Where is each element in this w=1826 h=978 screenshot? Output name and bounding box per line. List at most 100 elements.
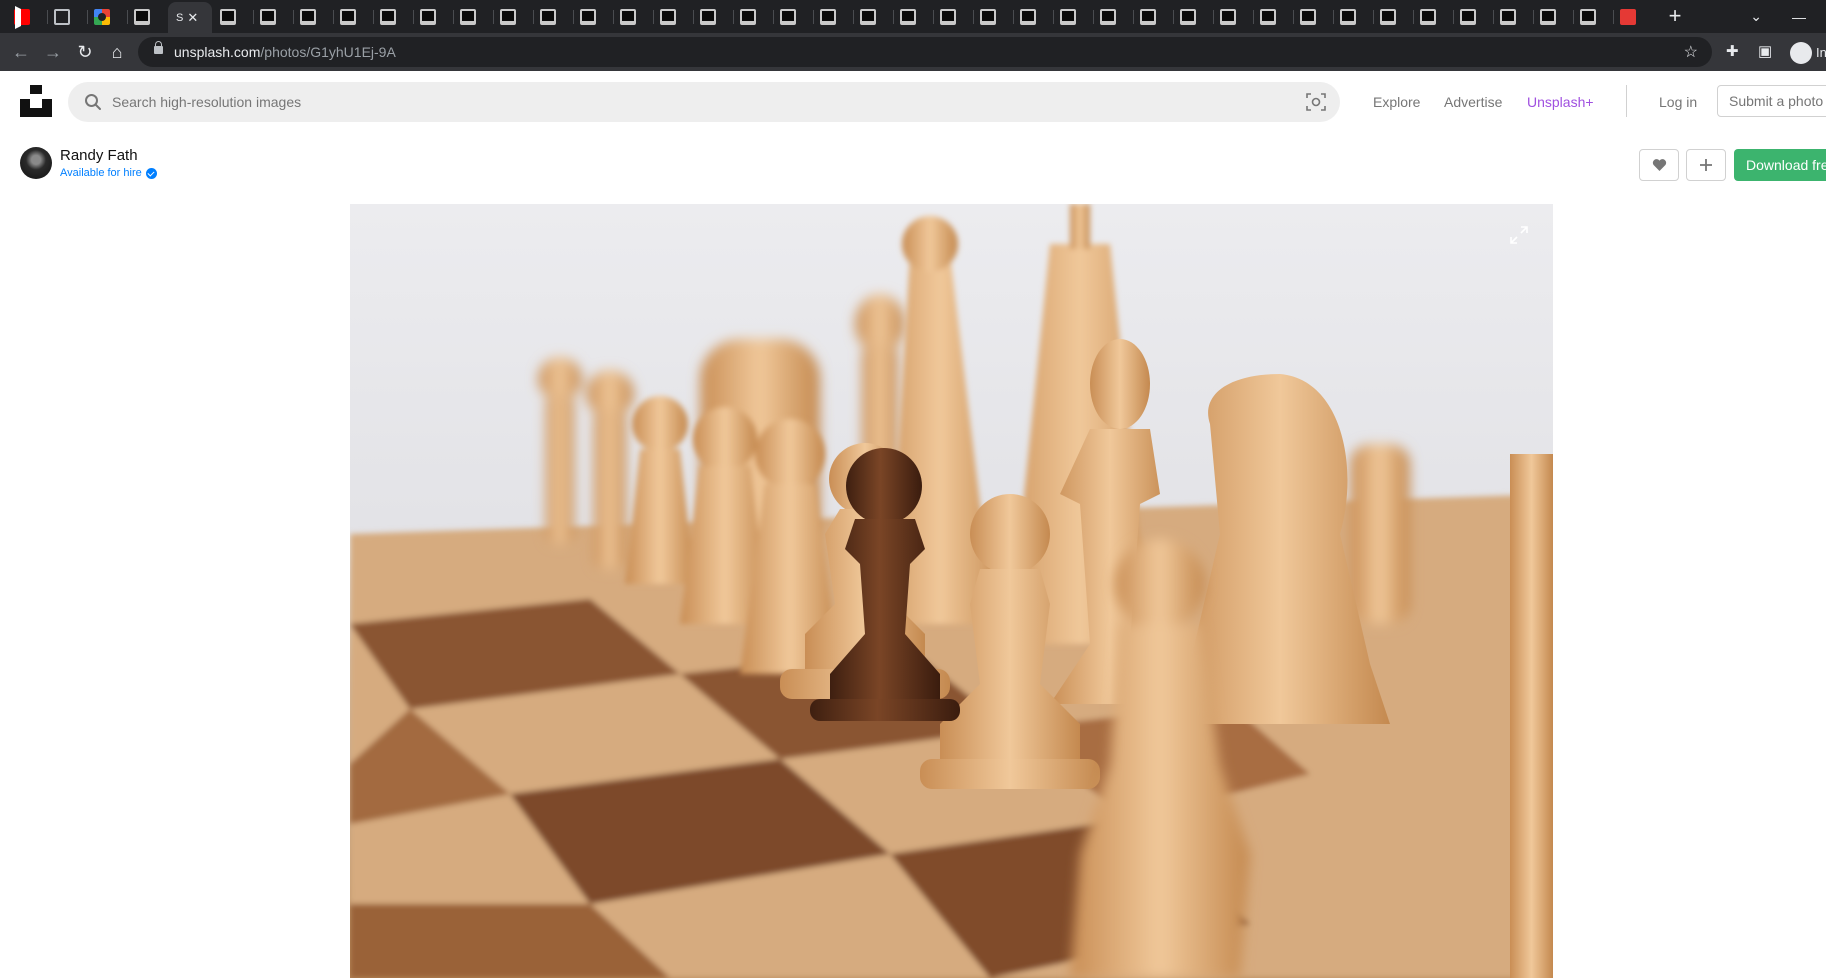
globe-icon bbox=[54, 9, 70, 25]
tab-red-app[interactable] bbox=[1614, 4, 1654, 30]
unsplash-icon bbox=[780, 9, 796, 25]
unsplash-icon bbox=[1140, 9, 1156, 25]
unsplash-icon bbox=[1420, 9, 1436, 25]
tab-title: S bbox=[176, 11, 184, 24]
unsplash-icon bbox=[1540, 9, 1556, 25]
unsplash-icon bbox=[1300, 9, 1316, 25]
unsplash-icon bbox=[1460, 9, 1476, 25]
tab-unsplash[interactable] bbox=[494, 4, 534, 30]
tab-unsplash[interactable] bbox=[1254, 4, 1294, 30]
tab-youtube[interactable] bbox=[8, 4, 48, 30]
sidebar-icon[interactable]: ▣ bbox=[1758, 42, 1772, 60]
tab-unsplash[interactable] bbox=[1214, 4, 1254, 30]
tab-unsplash[interactable] bbox=[254, 4, 294, 30]
tab-unsplash[interactable] bbox=[1534, 4, 1574, 30]
new-tab-button[interactable]: + bbox=[1662, 4, 1688, 30]
unsplash-icon bbox=[1020, 9, 1036, 25]
tab-unsplash[interactable] bbox=[414, 4, 454, 30]
tab-unsplash[interactable] bbox=[974, 4, 1014, 30]
main-photo[interactable] bbox=[350, 204, 1553, 978]
tab-unsplash[interactable] bbox=[1294, 4, 1334, 30]
unsplash-icon bbox=[1500, 9, 1516, 25]
expand-icon[interactable] bbox=[1508, 224, 1530, 246]
nav-explore[interactable]: Explore bbox=[1373, 94, 1420, 110]
tab-unsplash[interactable] bbox=[934, 4, 974, 30]
tab-globe[interactable] bbox=[48, 4, 88, 30]
tab-unsplash[interactable] bbox=[1134, 4, 1174, 30]
tab-unsplash[interactable] bbox=[1374, 4, 1414, 30]
search-input[interactable] bbox=[112, 82, 1272, 122]
tab-unsplash[interactable] bbox=[574, 4, 614, 30]
address-bar[interactable]: unsplash.com/photos/G1yhU1Ej-9A ☆ bbox=[138, 37, 1712, 67]
hire-status[interactable]: Available for hire bbox=[60, 167, 157, 179]
login-link[interactable]: Log in bbox=[1659, 94, 1697, 110]
tab-unsplash[interactable] bbox=[1334, 4, 1374, 30]
tab-unsplash[interactable] bbox=[1414, 4, 1454, 30]
unsplash-icon bbox=[820, 9, 836, 25]
tab-unsplash[interactable] bbox=[614, 4, 654, 30]
tab-unsplash[interactable] bbox=[534, 4, 574, 30]
tab-unsplash[interactable] bbox=[814, 4, 854, 30]
tab-unsplash[interactable] bbox=[334, 4, 374, 30]
tab-unsplash[interactable] bbox=[1454, 4, 1494, 30]
download-button[interactable]: Download free bbox=[1734, 149, 1826, 181]
tab-unsplash[interactable] bbox=[1094, 4, 1134, 30]
tab-unsplash[interactable] bbox=[654, 4, 694, 30]
unsplash-icon bbox=[260, 9, 276, 25]
submit-photo-button[interactable]: Submit a photo bbox=[1717, 85, 1826, 117]
home-icon[interactable]: ⌂ bbox=[105, 40, 129, 64]
close-tab-icon[interactable]: ✕ bbox=[187, 10, 198, 26]
profile-label[interactable]: In bbox=[1816, 45, 1826, 60]
tab-unsplash[interactable] bbox=[374, 4, 414, 30]
lock-icon[interactable] bbox=[154, 41, 163, 54]
unsplash-icon bbox=[1220, 9, 1236, 25]
extensions-icon[interactable]: ✚ bbox=[1726, 42, 1739, 60]
tab-unsplash[interactable] bbox=[1174, 4, 1214, 30]
minimize-icon[interactable]: — bbox=[1792, 9, 1806, 25]
tab-unsplash[interactable] bbox=[454, 4, 494, 30]
tab-unsplash[interactable] bbox=[1494, 4, 1534, 30]
forward-icon[interactable]: → bbox=[41, 40, 65, 64]
search-icon[interactable] bbox=[84, 93, 102, 111]
heart-icon bbox=[1652, 159, 1666, 171]
tab-unsplash[interactable] bbox=[1054, 4, 1094, 30]
incognito-icon[interactable] bbox=[1790, 42, 1812, 64]
tab-unsplash[interactable] bbox=[214, 4, 254, 30]
unsplash-icon bbox=[660, 9, 676, 25]
nav-advertise[interactable]: Advertise bbox=[1444, 94, 1502, 110]
site-header: Explore Advertise Unsplash+ Log in Submi… bbox=[0, 71, 1826, 133]
author-name[interactable]: Randy Fath bbox=[60, 147, 138, 164]
back-icon[interactable]: ← bbox=[9, 40, 33, 64]
tab-unsplash[interactable] bbox=[734, 4, 774, 30]
tab-active[interactable]: S ✕ bbox=[168, 2, 212, 33]
plus-icon bbox=[1700, 159, 1712, 171]
nav-unsplash-plus[interactable]: Unsplash+ bbox=[1527, 94, 1594, 110]
tab-unsplash[interactable] bbox=[1014, 4, 1054, 30]
like-button[interactable] bbox=[1639, 149, 1679, 181]
chess-photo-image bbox=[350, 204, 1553, 978]
unsplash-icon bbox=[134, 9, 150, 25]
app-icon bbox=[1620, 9, 1636, 25]
tab-unsplash[interactable] bbox=[694, 4, 734, 30]
tab-unsplash[interactable] bbox=[1574, 4, 1614, 30]
tab-unsplash[interactable] bbox=[774, 4, 814, 30]
visual-search-icon[interactable] bbox=[1306, 92, 1326, 112]
add-to-collection-button[interactable] bbox=[1686, 149, 1726, 181]
tab-unsplash[interactable] bbox=[294, 4, 334, 30]
avatar[interactable] bbox=[20, 147, 52, 179]
tab-unsplash-1[interactable] bbox=[128, 4, 168, 30]
bookmark-star-icon[interactable]: ☆ bbox=[1684, 42, 1698, 62]
tab-search-icon[interactable]: ⌄ bbox=[1750, 8, 1762, 25]
tab-unsplash[interactable] bbox=[894, 4, 934, 30]
tab-google[interactable] bbox=[88, 4, 128, 30]
unsplash-icon bbox=[900, 9, 916, 25]
window-controls: ⌄ — bbox=[1750, 0, 1826, 33]
unsplash-icon bbox=[340, 9, 356, 25]
reload-icon[interactable]: ↻ bbox=[73, 40, 97, 64]
tab-unsplash[interactable] bbox=[854, 4, 894, 30]
url-text[interactable]: unsplash.com/photos/G1yhU1Ej-9A bbox=[174, 44, 396, 60]
google-icon bbox=[94, 9, 110, 25]
unsplash-logo[interactable] bbox=[20, 85, 52, 117]
youtube-icon bbox=[14, 9, 30, 25]
verified-icon bbox=[145, 167, 157, 179]
